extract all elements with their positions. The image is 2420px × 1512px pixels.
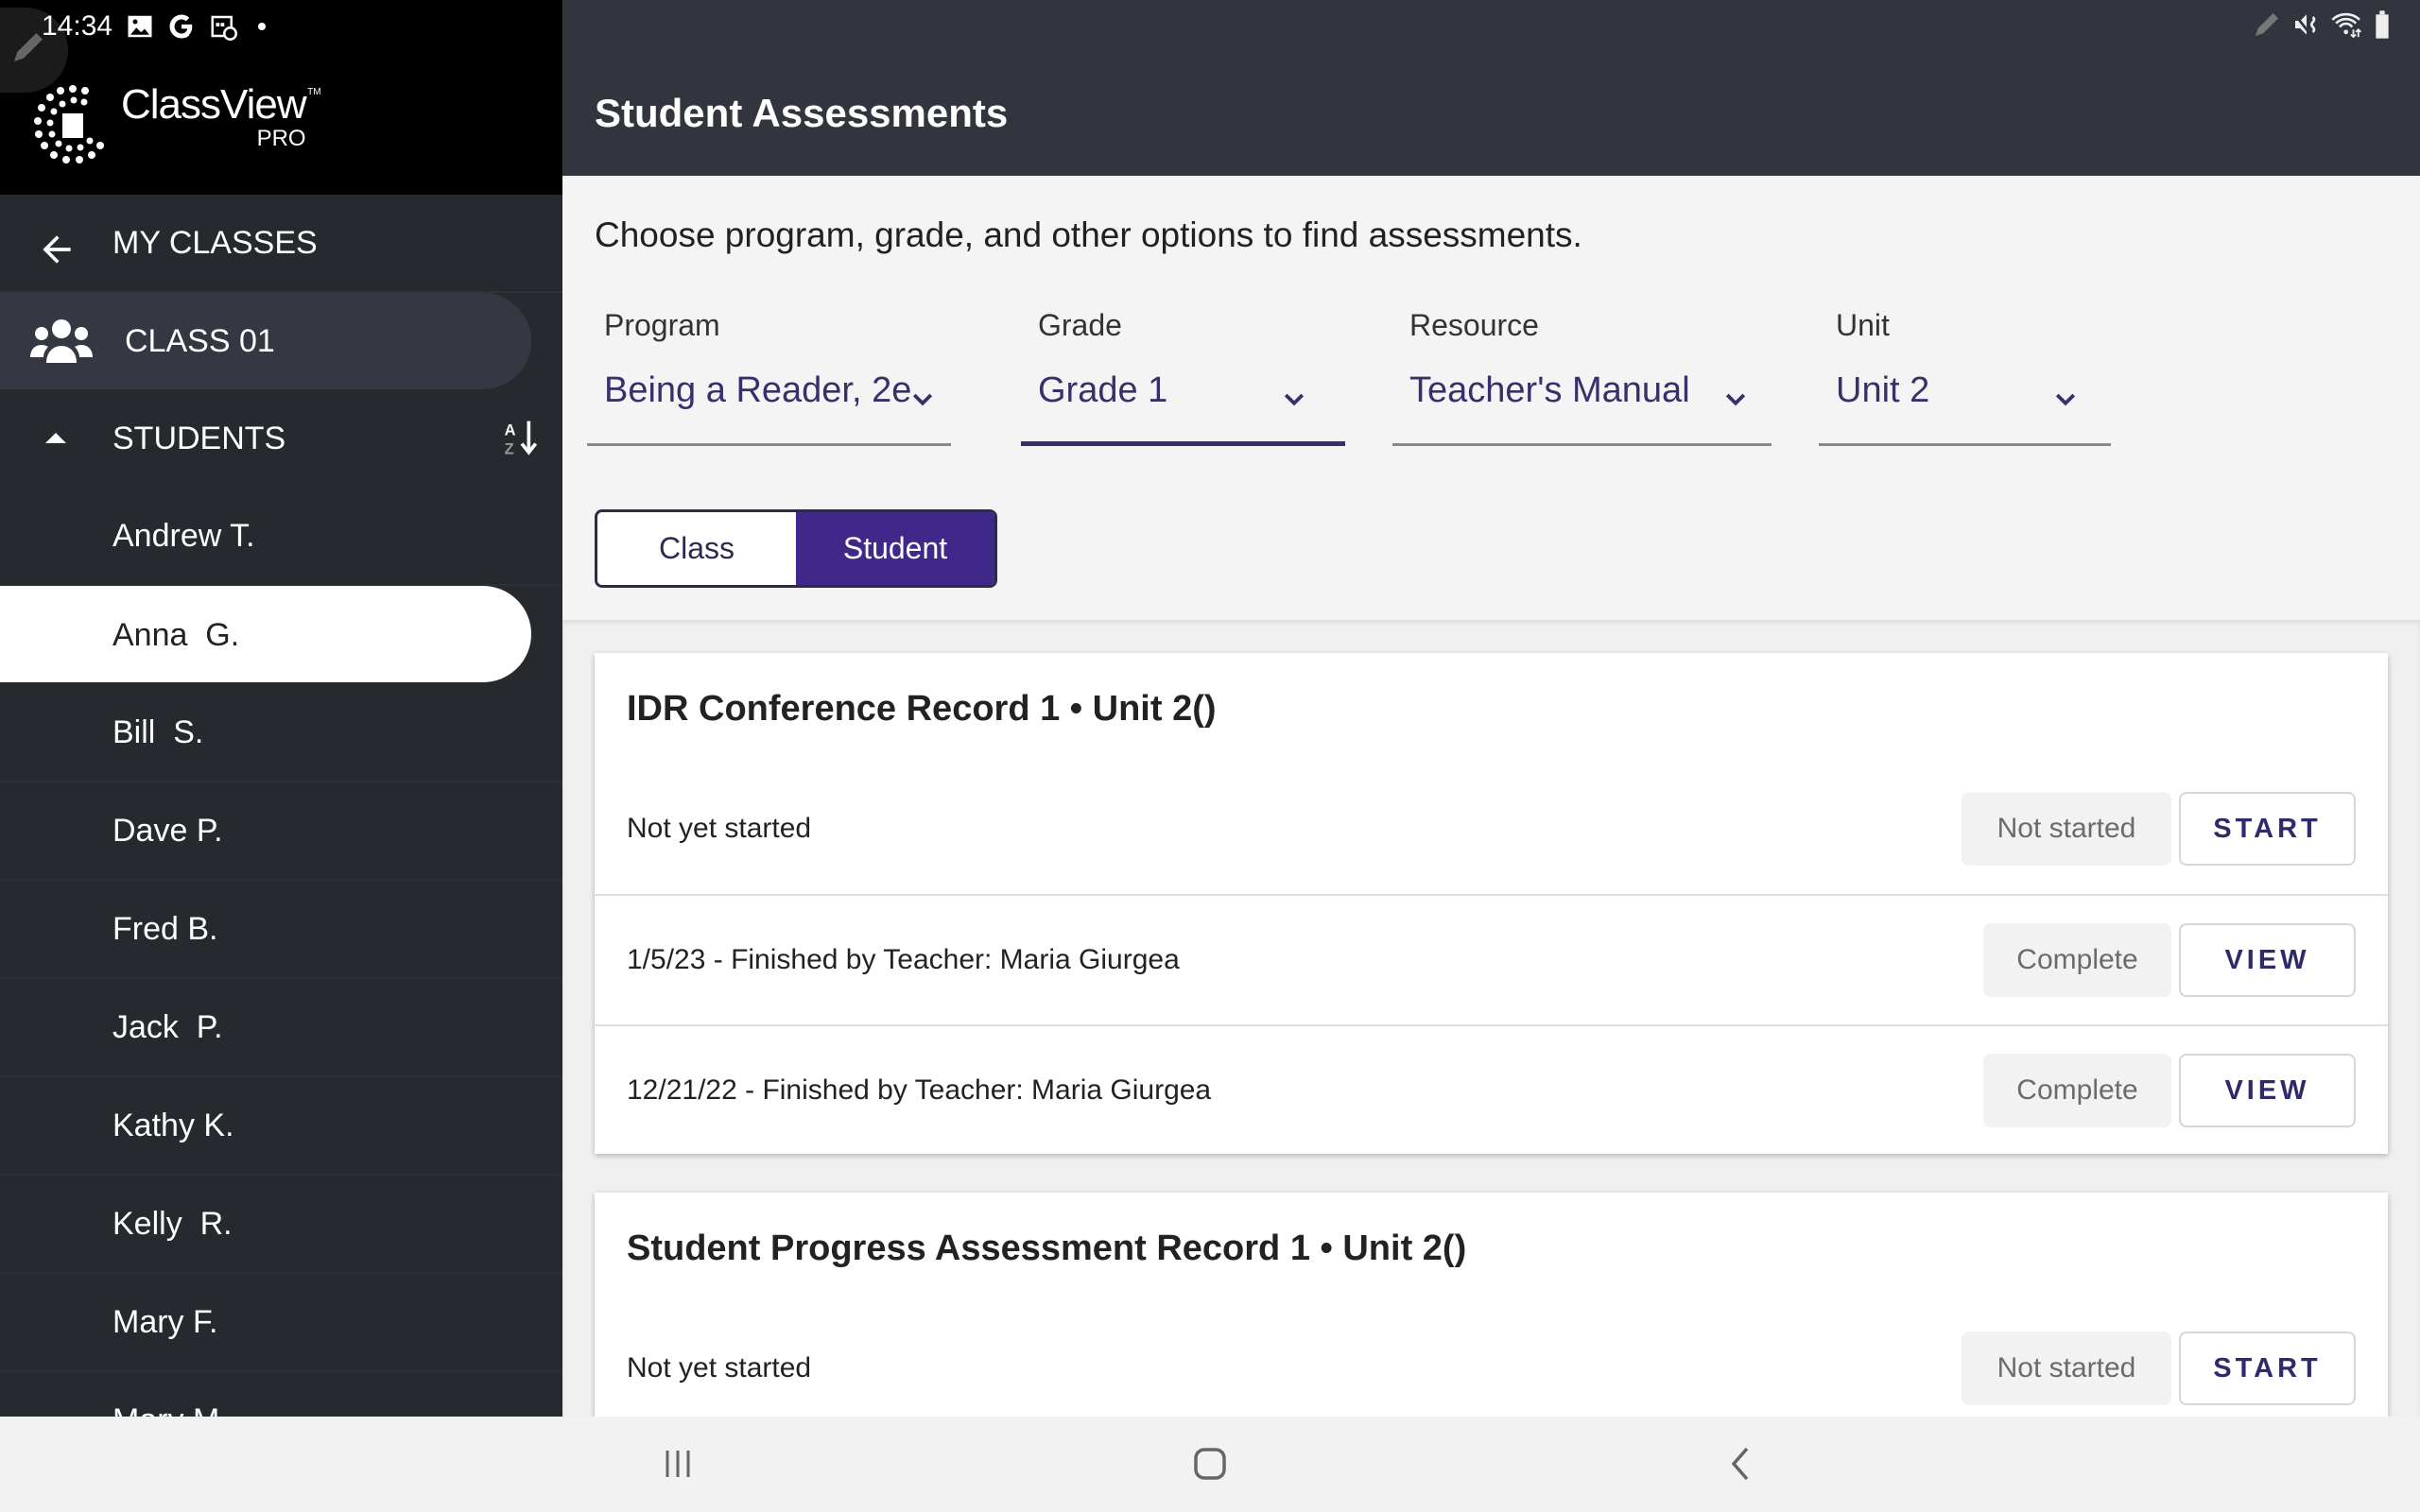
google-icon <box>169 14 193 39</box>
my-classes-link[interactable]: MY CLASSES <box>0 195 562 293</box>
main-content: Choose program, grade, and other options… <box>562 176 2420 1417</box>
student-name: Bill S. <box>112 713 204 750</box>
chevron-down-icon <box>912 393 933 406</box>
status-time: 14:34 <box>42 10 113 42</box>
battery-icon <box>2376 10 2389 39</box>
recent-apps-icon[interactable] <box>662 1445 694 1483</box>
mute-icon <box>2292 12 2316 37</box>
home-icon[interactable] <box>1191 1445 1229 1483</box>
top-header: Student Assessments <box>562 0 2420 176</box>
logo-name: ClassView <box>121 81 307 128</box>
toggle-class[interactable]: Class <box>597 512 796 585</box>
people-group-icon <box>30 319 93 363</box>
status-bar-right <box>2252 9 2392 40</box>
row-description: Not yet started <box>627 1352 812 1383</box>
assessment-row: Not yet started Not started START <box>595 1303 2388 1417</box>
student-name: Jack P. <box>112 1008 223 1045</box>
students-header-label: STUDENTS <box>112 420 286 456</box>
student-name: Mary F. <box>112 1303 218 1340</box>
assessment-row: Not yet started Not started START <box>595 764 2388 894</box>
status-badge: Complete <box>1983 923 2171 997</box>
student-name: Fred B. <box>112 910 218 947</box>
sidebar-student-item[interactable]: Kathy K. <box>0 1077 562 1176</box>
gallery-icon <box>128 15 152 38</box>
pen-icon <box>2256 13 2278 36</box>
row-description: 1/5/23 - Finished by Teacher: Maria Giur… <box>627 944 1180 975</box>
grade-value: Grade 1 <box>1038 370 1168 410</box>
class-label: CLASS 01 <box>125 322 275 359</box>
student-name: Mary M. <box>112 1402 229 1418</box>
toggle-student[interactable]: Student <box>796 512 994 585</box>
unit-value: Unit 2 <box>1836 370 1930 410</box>
page-title: Student Assessments <box>595 91 1009 135</box>
assessment-row: 12/21/22 - Finished by Teacher: Maria Gi… <box>595 1024 2388 1155</box>
program-label: Program <box>604 308 720 342</box>
student-name: Kathy K. <box>112 1107 234 1143</box>
start-button[interactable]: START <box>2179 792 2356 866</box>
resource-value: Teacher's Manual <box>1409 370 1690 410</box>
logo-block: 14:34 ClassView TM PRO <box>0 0 562 195</box>
row-description: Not yet started <box>627 813 812 844</box>
status-bar-left: 14:34 <box>42 6 267 47</box>
back-icon[interactable] <box>1726 1445 1754 1483</box>
student-name: Anna G. <box>112 616 240 653</box>
student-name: Andrew T. <box>112 517 255 554</box>
program-value: Being a Reader, 2e <box>604 370 912 410</box>
svg-text:Z: Z <box>505 441 514 458</box>
intro-text: Choose program, grade, and other options… <box>595 215 1582 254</box>
view-button[interactable]: VIEW <box>2179 923 2356 997</box>
sidebar-student-item[interactable]: Fred B. <box>0 881 562 979</box>
sidebar-student-item[interactable]: Bill S. <box>0 684 562 782</box>
classview-logo: ClassView TM PRO <box>30 81 321 166</box>
assessment-title: Student Progress Assessment Record 1 • U… <box>627 1228 1467 1268</box>
sidebar-student-item[interactable]: Kelly R. <box>0 1176 562 1274</box>
sidebar-student-item[interactable]: Andrew T. <box>0 488 562 586</box>
chevron-down-icon <box>2055 393 2076 406</box>
calendar-clock-icon <box>211 15 238 41</box>
row-description: 12/21/22 - Finished by Teacher: Maria Gi… <box>627 1074 1212 1106</box>
wifi-icon <box>2331 12 2362 39</box>
start-button[interactable]: START <box>2179 1332 2356 1405</box>
chevron-down-icon <box>1725 393 1746 406</box>
assessment-card: IDR Conference Record 1 • Unit 2() Not y… <box>595 653 2388 1154</box>
unit-label: Unit <box>1836 308 1890 342</box>
app-root: 14:34 ClassView TM PRO MY CLASSES CLASS … <box>0 0 2420 1512</box>
unit-select[interactable]: Unit Unit 2 <box>1819 308 2111 446</box>
resource-select[interactable]: Resource Teacher's Manual <box>1392 308 1772 446</box>
view-button[interactable]: VIEW <box>2179 1054 2356 1127</box>
status-badge: Complete <box>1983 1054 2171 1127</box>
arrow-left-icon <box>43 235 71 264</box>
sidebar-student-item[interactable]: Jack P. <box>0 979 562 1077</box>
logo-trademark: TM <box>307 87 321 97</box>
resource-label: Resource <box>1409 308 1539 342</box>
grade-label: Grade <box>1038 308 1122 342</box>
sidebar-item-class[interactable]: CLASS 01 <box>0 293 531 389</box>
sort-alpha-icon[interactable]: AZ <box>501 418 543 459</box>
sidebar-student-item[interactable]: Mary M. <box>0 1372 562 1418</box>
status-badge: Not started <box>1962 792 2171 866</box>
logo-pro: PRO <box>256 126 306 151</box>
student-name: Dave P. <box>112 812 223 849</box>
students-section-header[interactable]: STUDENTS AZ <box>0 389 562 488</box>
android-nav-bar <box>0 1417 2420 1512</box>
logo-mark-icon <box>34 85 104 163</box>
sidebar: 14:34 ClassView TM PRO MY CLASSES CLASS … <box>0 0 562 1417</box>
assessment-card: Student Progress Assessment Record 1 • U… <box>595 1193 2388 1417</box>
sidebar-student-item[interactable]: Dave P. <box>0 782 562 881</box>
grade-select[interactable]: Grade Grade 1 <box>1021 308 1345 446</box>
class-student-toggle: Class Student <box>595 509 997 588</box>
sidebar-student-item[interactable]: Anna G. <box>0 586 562 684</box>
assessment-title: IDR Conference Record 1 • Unit 2() <box>627 689 1217 729</box>
my-classes-label: MY CLASSES <box>112 224 318 261</box>
dot-icon <box>258 23 267 30</box>
program-select[interactable]: Program Being a Reader, 2e <box>587 308 951 446</box>
collapse-caret-icon <box>45 433 66 443</box>
sidebar-student-item[interactable]: Mary F. <box>0 1274 562 1372</box>
chevron-down-icon <box>1284 393 1305 406</box>
status-badge: Not started <box>1962 1332 2171 1405</box>
student-name: Kelly R. <box>112 1205 233 1242</box>
assessment-row: 1/5/23 - Finished by Teacher: Maria Giur… <box>595 894 2388 1024</box>
svg-text:A: A <box>505 421 516 438</box>
